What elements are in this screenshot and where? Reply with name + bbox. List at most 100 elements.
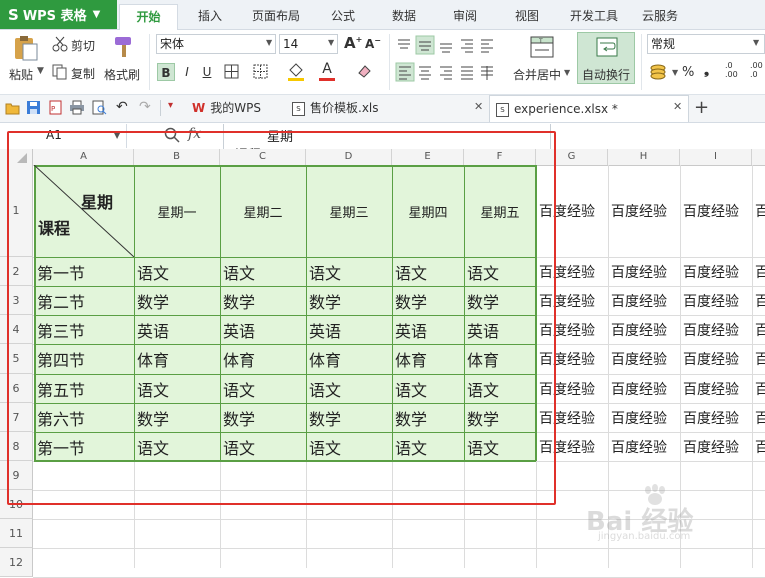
row-header[interactable]: 1 — [0, 165, 33, 257]
export-pdf-icon[interactable]: P — [48, 100, 63, 115]
row-header[interactable]: 11 — [0, 519, 33, 548]
overflow-cell[interactable]: 百度经验 — [680, 286, 752, 315]
redo-icon[interactable]: ↷ — [139, 99, 151, 115]
row-header[interactable]: 2 — [0, 257, 33, 286]
tab-formulas[interactable]: 公式 — [318, 4, 368, 29]
period-cell[interactable]: 第一节 — [34, 257, 134, 286]
corner-header-cell[interactable]: 星期 课程 — [34, 165, 134, 257]
clear-format-icon[interactable] — [356, 63, 372, 79]
subject-cell[interactable]: 英语 — [306, 315, 392, 344]
row-header[interactable]: 5 — [0, 344, 33, 374]
doc-tab-mywps[interactable]: W 我的WPS — [186, 95, 282, 122]
print-preview-icon[interactable] — [92, 100, 107, 115]
undo-icon[interactable]: ↶ — [116, 99, 128, 115]
header-cell-fri[interactable]: 星期五 — [464, 165, 536, 257]
subject-cell[interactable]: 语文 — [134, 257, 220, 286]
column-header[interactable]: A — [34, 149, 134, 165]
increase-font-icon[interactable]: A+ — [344, 34, 362, 52]
overflow-cell[interactable]: 百度经验 — [536, 374, 608, 403]
subject-cell[interactable]: 体育 — [464, 344, 536, 374]
font-name-select[interactable]: 宋体 — [156, 34, 276, 54]
period-cell[interactable]: 第四节 — [34, 344, 134, 374]
subject-cell[interactable]: 语文 — [392, 374, 464, 403]
italic-button[interactable]: I — [178, 63, 196, 81]
new-tab-icon[interactable]: + — [694, 97, 709, 118]
overflow-cell[interactable]: 百度经验 — [608, 315, 680, 344]
subject-cell[interactable]: 数学 — [306, 403, 392, 432]
font-color-icon[interactable]: A — [319, 61, 335, 81]
subject-cell[interactable]: 语文 — [464, 432, 536, 461]
subject-cell[interactable]: 体育 — [306, 344, 392, 374]
overflow-cell[interactable]: 百度经验 — [536, 403, 608, 432]
cut-button[interactable]: 剪切 — [71, 37, 95, 54]
comma-style-button[interactable]: ❟ — [704, 63, 709, 78]
subject-cell[interactable]: 语文 — [464, 374, 536, 403]
overflow-cell[interactable]: 百度经验 — [608, 257, 680, 286]
row-header[interactable]: 12 — [0, 548, 33, 577]
overflow-cell[interactable]: 百度经验 — [752, 344, 765, 374]
tab-data[interactable]: 数据 — [379, 4, 429, 29]
subject-cell[interactable]: 英语 — [464, 315, 536, 344]
function-icon[interactable]: fx — [188, 126, 201, 142]
scissors-icon[interactable] — [52, 36, 68, 52]
tab-insert[interactable]: 插入 — [185, 4, 235, 29]
subject-cell[interactable]: 体育 — [220, 344, 306, 374]
overflow-cell[interactable]: 百度经验 — [680, 257, 752, 286]
zoom-icon[interactable] — [164, 127, 180, 143]
header-cell-wed[interactable]: 星期三 — [306, 165, 392, 257]
column-header[interactable]: G — [536, 149, 608, 165]
row-header[interactable]: 3 — [0, 286, 33, 315]
merge-center-icon[interactable]: T — [530, 36, 554, 58]
header-cell-tue[interactable]: 星期二 — [220, 165, 306, 257]
overflow-cell[interactable]: 百度经验 — [536, 165, 608, 257]
copy-button[interactable]: 复制 — [71, 65, 95, 82]
overflow-cell[interactable]: 百度经验 — [680, 374, 752, 403]
subject-cell[interactable]: 数学 — [220, 403, 306, 432]
overflow-cell[interactable]: 百度经验 — [608, 165, 680, 257]
doc-tab-experience[interactable]: Sexperience.xlsx * — [489, 95, 689, 122]
subject-cell[interactable]: 语文 — [306, 257, 392, 286]
period-cell[interactable]: 第五节 — [34, 374, 134, 403]
tab-home[interactable]: 开始 — [119, 4, 178, 31]
row-header[interactable]: 4 — [0, 315, 33, 344]
overflow-cell[interactable]: 百度经验 — [752, 374, 765, 403]
row-header[interactable]: 6 — [0, 374, 33, 403]
subject-cell[interactable]: 数学 — [392, 403, 464, 432]
currency-icon[interactable] — [650, 63, 670, 81]
increase-decimal-button[interactable]: .0 .00 — [725, 61, 738, 79]
wrap-text-button[interactable]: 自动换行 — [577, 32, 635, 84]
overflow-cell[interactable]: 百度经验 — [752, 257, 765, 286]
subject-cell[interactable]: 体育 — [134, 344, 220, 374]
overflow-cell[interactable]: 百度经验 — [680, 432, 752, 461]
subject-cell[interactable]: 体育 — [392, 344, 464, 374]
subject-cell[interactable]: 英语 — [392, 315, 464, 344]
overflow-cell[interactable]: 百度经验 — [752, 165, 765, 257]
overflow-cell[interactable]: 百度经验 — [752, 432, 765, 461]
period-cell[interactable]: 第六节 — [34, 403, 134, 432]
format-painter-button[interactable]: 格式刷 — [104, 66, 140, 83]
overflow-cell[interactable]: 百度经验 — [536, 257, 608, 286]
subject-cell[interactable]: 语文 — [306, 374, 392, 403]
header-cell-mon[interactable]: 星期一 — [134, 165, 220, 257]
tab-review[interactable]: 审阅 — [440, 4, 490, 29]
column-header[interactable]: I — [680, 149, 752, 165]
period-cell[interactable]: 第一节 — [34, 432, 134, 461]
paste-dropdown-icon[interactable]: ▼ — [37, 66, 44, 76]
subject-cell[interactable]: 英语 — [134, 315, 220, 344]
column-header[interactable]: B — [134, 149, 220, 165]
overflow-cell[interactable]: 百度经验 — [752, 403, 765, 432]
subject-cell[interactable]: 语文 — [220, 257, 306, 286]
subject-cell[interactable]: 语文 — [464, 257, 536, 286]
row-header[interactable]: 7 — [0, 403, 33, 432]
overflow-cell[interactable]: 百度经验 — [608, 344, 680, 374]
tab-view[interactable]: 视图 — [502, 4, 552, 29]
doc-tab-price-template[interactable]: S 售价模板.xls — [286, 95, 486, 122]
percent-button[interactable]: % — [682, 65, 694, 80]
overflow-cell[interactable]: 百度经验 — [536, 344, 608, 374]
subject-cell[interactable]: 语文 — [306, 432, 392, 461]
column-header[interactable]: D — [306, 149, 392, 165]
close-icon[interactable]: ✕ — [474, 100, 483, 113]
tab-developer[interactable]: 开发工具 — [563, 4, 625, 29]
column-header[interactable]: F — [464, 149, 536, 165]
overflow-cell[interactable]: 百度经验 — [680, 315, 752, 344]
